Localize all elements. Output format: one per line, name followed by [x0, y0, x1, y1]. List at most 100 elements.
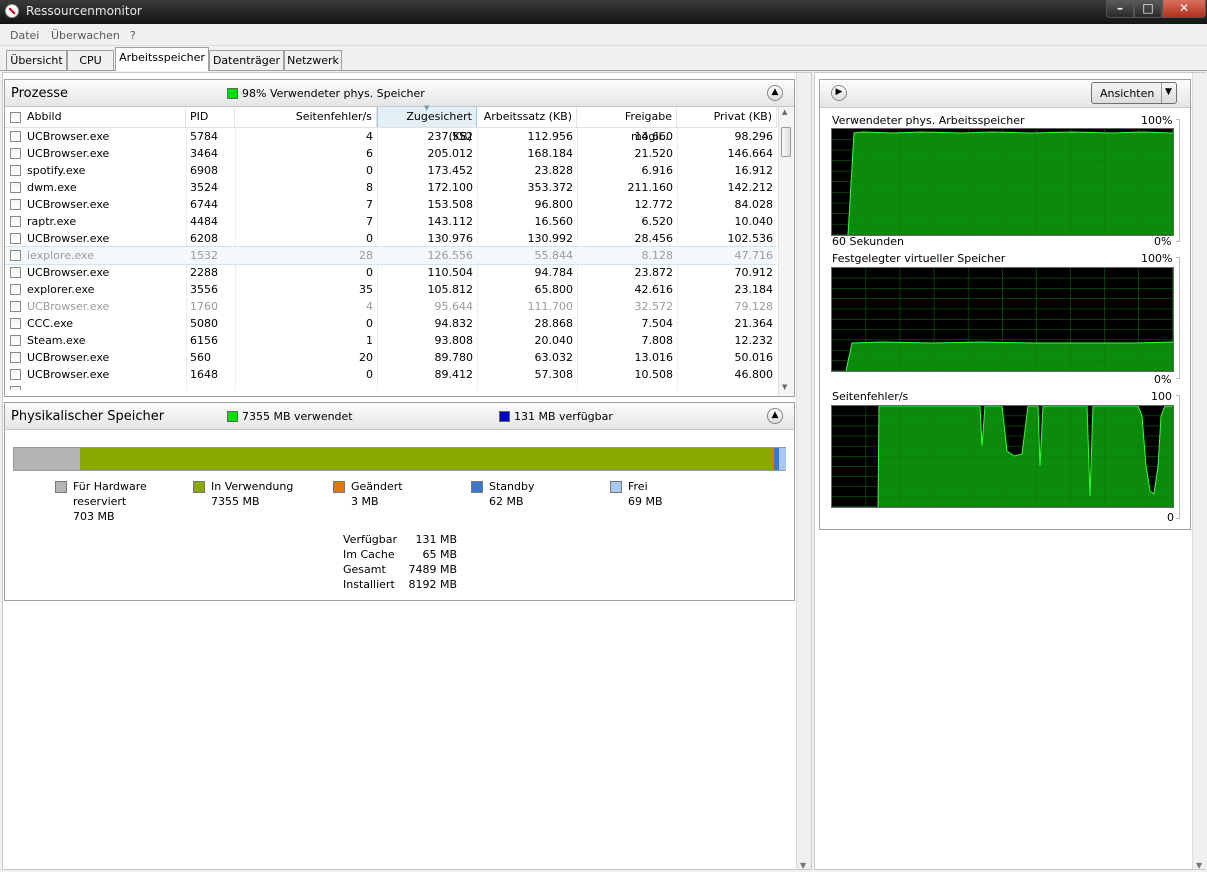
close-button[interactable]: ✕	[1162, 0, 1206, 18]
cell-freigabe: 211.160	[627, 181, 674, 194]
row-checkbox[interactable]	[10, 233, 21, 244]
cell-pid: 1760	[190, 300, 218, 313]
collapse-physical-icon[interactable]: ▲	[767, 408, 783, 424]
scroll-down-icon[interactable]: ▼	[800, 861, 806, 870]
col-pid[interactable]: PID	[186, 107, 235, 127]
row-checkbox[interactable]	[10, 250, 21, 261]
row-checkbox[interactable]	[10, 301, 21, 312]
scroll-down-icon[interactable]: ▼	[782, 383, 787, 391]
tab-netzwerk[interactable]: Netzwerk	[284, 50, 342, 70]
tab-cpu[interactable]: CPU	[67, 50, 114, 70]
row-checkbox[interactable]	[10, 216, 21, 227]
cell-abbild: UCBrowser.exe	[27, 351, 110, 364]
graph-committed-virtual-memory	[831, 267, 1174, 372]
graph2-title: Festgelegter virtueller Speicher	[832, 252, 1006, 265]
table-row[interactable]: UCBrowser.exe 1760 4 95.644 111.700 32.572 79.…	[5, 298, 777, 315]
table-row[interactable]: iexplore.exe 1532 28 126.556 55.844 8.128 47.7…	[5, 246, 777, 265]
scroll-up-icon[interactable]: ▲	[782, 108, 787, 116]
used-swatch	[227, 411, 238, 422]
tab-datentraeger[interactable]: Datenträger	[209, 50, 284, 70]
summary-value: 131 MB	[415, 533, 457, 546]
cell-zugesichert: 93.808	[434, 334, 474, 347]
cell-seitenfehler: 0	[366, 164, 373, 177]
memory-usage-status: 98% Verwendeter phys. Speicher	[242, 87, 425, 100]
table-row[interactable]: raptr.exe 4484 7 143.112 16.560 6.520 10.040	[5, 213, 777, 230]
processes-scrollbar[interactable]: ▲ ▼	[778, 107, 794, 396]
table-row[interactable]: UCBrowser.exe 560 20 89.780 63.032 13.016 50.0…	[5, 349, 777, 366]
collapse-processes-icon[interactable]: ▲	[767, 85, 783, 101]
legend-label: Frei	[628, 480, 648, 493]
cell-abbild: dwm.exe	[27, 181, 77, 194]
row-checkbox[interactable]	[10, 318, 21, 329]
col-arbeitssatz[interactable]: Arbeitssatz (KB)	[477, 107, 577, 127]
cell-pid: 3464	[190, 147, 218, 160]
table-row[interactable]: UCBrowser.exe 5784 4 237.552 112.956 14.660 98…	[5, 128, 777, 145]
minimize-button[interactable]: –	[1106, 0, 1134, 18]
col-abbild[interactable]: Abbild	[23, 107, 186, 127]
cell-arbeitssatz: 112.956	[527, 130, 574, 143]
menu-ueberwachen[interactable]: Überwachen	[51, 29, 120, 42]
cell-zugesichert: 237.552	[427, 130, 474, 143]
row-checkbox[interactable]	[10, 267, 21, 278]
table-row[interactable]: UCBrowser.exe 3464 6 205.012 168.184 21.520 14…	[5, 145, 777, 162]
row-checkbox[interactable]	[10, 199, 21, 210]
table-row[interactable]: spotify.exe 6908 0 173.452 23.828 6.916 16.912	[5, 162, 777, 179]
graph-physical-memory	[831, 128, 1174, 236]
tab-arbeitsspeicher[interactable]: Arbeitsspeicher	[115, 47, 209, 71]
left-pane-scrollbar[interactable]: ▼	[796, 73, 811, 870]
table-row[interactable]: UCBrowser.exe 6744 7 153.508 96.800 12.772 84.…	[5, 196, 777, 213]
row-checkbox[interactable]	[10, 148, 21, 159]
physical-memory-header[interactable]: Physikalischer Speicher 7355 MB verwende…	[5, 403, 794, 430]
tab-uebersicht[interactable]: Übersicht	[6, 50, 67, 70]
legend-label: Geändert	[351, 480, 403, 493]
legend-swatch	[333, 481, 345, 493]
row-checkbox[interactable]	[10, 165, 21, 176]
cell-privat: 50.016	[734, 351, 774, 364]
legend-swatch	[193, 481, 205, 493]
cell-zugesichert: 205.012	[427, 147, 474, 160]
memory-usage-bar	[13, 447, 786, 471]
table-row[interactable]: CCC.exe 5080 0 94.832 28.868 7.504 21.364	[5, 315, 777, 332]
table-row[interactable]: explorer.exe 3556 35 105.812 65.800 42.616 23.…	[5, 281, 777, 298]
cell-privat: 46.800	[734, 368, 774, 381]
cell-arbeitssatz: 55.844	[534, 249, 574, 262]
processes-header[interactable]: Prozesse 98% Verwendeter phys. Speicher …	[5, 80, 794, 107]
cell-freigabe: 28.456	[634, 232, 674, 245]
available-status: 131 MB verfügbar	[514, 410, 613, 423]
row-checkbox[interactable]	[10, 182, 21, 193]
cell-seitenfehler: 28	[359, 249, 373, 262]
col-privat[interactable]: Privat (KB)	[677, 107, 777, 127]
col-freigabe[interactable]: Freigabe mögli...	[577, 107, 677, 143]
table-row[interactable]: Steam.exe 6156 1 93.808 20.040 7.808 12.232	[5, 332, 777, 349]
cell-zugesichert: 110.504	[427, 266, 474, 279]
menu-datei[interactable]: Datei	[10, 29, 39, 42]
row-checkbox[interactable]	[10, 352, 21, 363]
cell-freigabe: 21.520	[634, 147, 674, 160]
cell-abbild: UCBrowser.exe	[27, 198, 110, 211]
table-row[interactable]: UCBrowser.exe 6208 0 130.976 130.992 28.456 10…	[5, 230, 777, 247]
row-checkbox[interactable]	[10, 131, 21, 142]
cell-privat: 16.912	[734, 164, 774, 177]
menu-help[interactable]: ?	[130, 29, 136, 42]
row-checkbox[interactable]	[10, 284, 21, 295]
row-checkbox[interactable]	[10, 369, 21, 380]
maximize-button[interactable]: □	[1134, 0, 1162, 18]
cell-abbild: UCBrowser.exe	[27, 266, 110, 279]
processes-scroll-thumb[interactable]	[781, 127, 791, 157]
select-all-checkbox[interactable]	[10, 112, 21, 123]
cell-arbeitssatz: 16.560	[534, 215, 574, 228]
cell-abbild: Steam.exe	[27, 334, 86, 347]
col-seitenfehler[interactable]: Seitenfehler/s	[235, 107, 377, 127]
legend-label: Standby	[489, 480, 535, 493]
table-row[interactable]: UCBrowser.exe 2288 0 110.504 94.784 23.872 70.…	[5, 264, 777, 281]
row-checkbox[interactable]	[10, 335, 21, 346]
views-button[interactable]: Ansichten ▼	[1091, 82, 1177, 104]
chevron-down-icon[interactable]: ▼	[1165, 87, 1172, 97]
table-row[interactable]: dwm.exe 3524 8 172.100 353.372 211.160 142.212	[5, 179, 777, 196]
right-pane-scrollbar[interactable]: ▼	[1192, 73, 1206, 870]
table-row[interactable]: UCBrowser.exe 1648 0 89.412 57.308 10.508 46.8…	[5, 366, 777, 383]
graph1-footer: 60 Sekunden	[832, 235, 904, 248]
expand-graphs-icon[interactable]: ▶	[831, 85, 847, 101]
cell-abbild: UCBrowser.exe	[27, 300, 110, 313]
scroll-down-icon[interactable]: ▼	[1196, 861, 1202, 870]
